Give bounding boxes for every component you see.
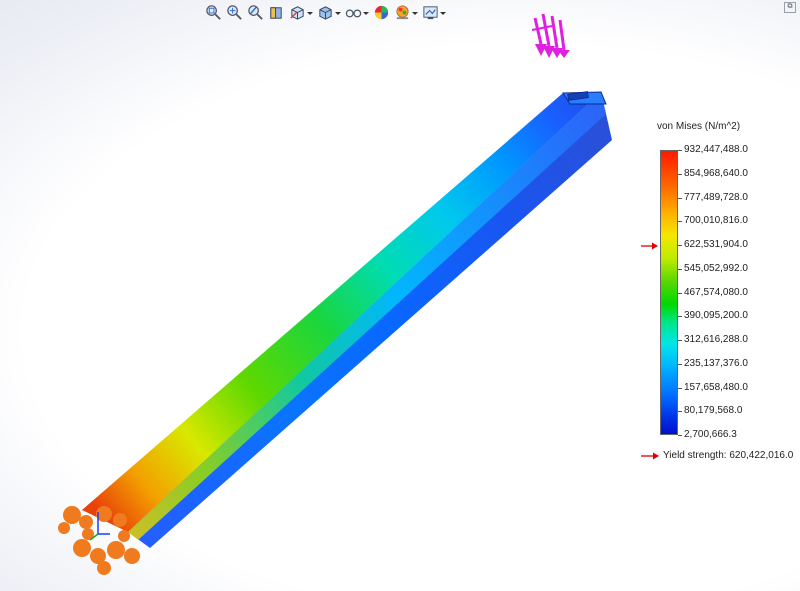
view-orientation-button[interactable] [289,3,313,21]
stress-colorbar[interactable] [660,150,678,435]
legend-tick-mark [678,198,682,199]
legend-tick-label: 545,052,992.0 [684,262,748,274]
restore-window-button[interactable]: ⧉ [784,2,796,13]
yield-strength-row: Yield strength: 620,422,016.0 [641,450,793,461]
view-settings-icon [423,5,438,19]
zoom-to-fit-button[interactable] [205,3,222,21]
yield-strength-label: Yield strength: 620,422,016.0 [663,450,794,461]
legend-tick-label: 700,010,816.0 [684,215,748,227]
dropdown-caret-icon[interactable] [412,11,418,15]
legend-tick-label: 777,489,728.0 [684,191,748,203]
previous-view-button[interactable] [247,3,264,21]
legend-tick-label: 622,531,904.0 [684,239,748,250]
dropdown-caret-icon[interactable] [335,11,341,15]
previous-view-icon [248,4,263,20]
legend-tick-mark [678,340,682,341]
hide-show-items-icon [345,9,362,17]
legend-tick-label: 467,574,080.0 [684,286,748,298]
dropdown-caret-icon[interactable] [307,11,313,15]
legend-tick-label: 2,700,666.3 [684,429,737,440]
legend-title: von Mises (N/m^2) [657,121,741,132]
legend-tick-label: 854,968,640.0 [684,167,748,179]
dropdown-caret-icon[interactable] [363,11,369,15]
display-style-icon [319,5,332,20]
yield-marker-arrow-icon [641,242,658,250]
view-settings-button[interactable] [422,3,446,21]
beam-top-face [82,92,601,532]
zoom-to-area-button[interactable] [226,3,243,21]
legend-tick-label: 157,658,480.0 [684,381,748,393]
view-orientation-icon [290,5,304,20]
display-style-button[interactable] [317,3,341,21]
legend-tick-mark [678,174,682,175]
legend-tick-mark [678,269,682,270]
legend-tick-label: 390,095,200.0 [684,310,748,322]
dropdown-caret-icon[interactable] [440,11,446,15]
yield-arrow-icon [641,452,659,459]
legend-tick-label: 312,616,288.0 [684,334,748,345]
legend-tick-mark [678,293,682,294]
apply-scene-icon [396,5,409,19]
legend-tick-mark [678,221,682,222]
zoom-to-fit-icon [206,4,221,20]
edit-appearance-icon [374,5,389,19]
legend-tick-mark [678,316,682,317]
section-view-button[interactable] [268,3,285,21]
legend-tick-mark [678,435,682,436]
section-view-icon [270,6,282,19]
beam-side-edge [128,92,606,540]
hide-show-items-button[interactable] [345,3,369,21]
legend-tick-label: 80,179,568.0 [684,405,743,417]
legend-tick-label: 932,447,488.0 [684,144,748,155]
legend-tick-mark [678,150,682,151]
load-arrows-icon[interactable] [531,13,570,58]
heads-up-view-toolbar [205,2,446,22]
edit-appearance-button[interactable] [373,3,390,21]
apply-scene-button[interactable] [394,3,418,21]
legend-tick-mark [678,364,682,365]
legend-tick-mark [678,411,682,412]
zoom-to-area-icon [227,4,242,20]
legend-tick-mark [678,388,682,389]
legend-tick-label: 235,137,376.0 [684,357,748,369]
graphics-area[interactable] [0,0,800,591]
legend-tick-mark [678,245,682,246]
